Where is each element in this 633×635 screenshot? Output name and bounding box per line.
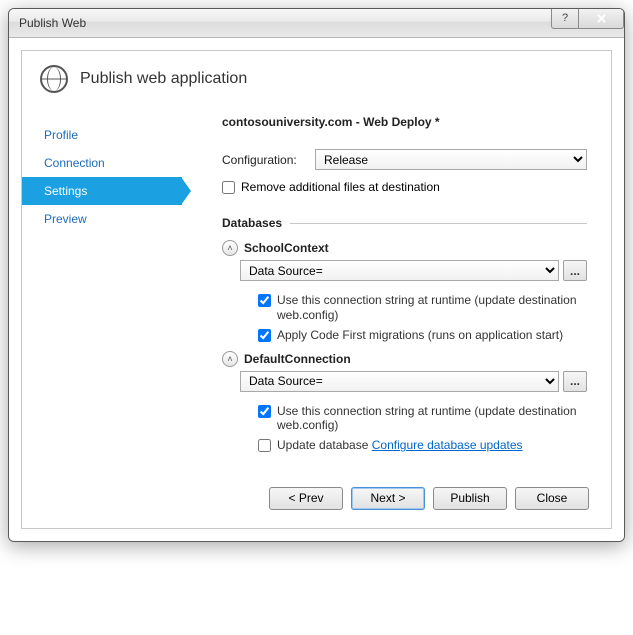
sidebar-item-settings[interactable]: Settings [22, 177, 182, 205]
db-header-row: ˄ DefaultConnection [222, 351, 587, 367]
close-button[interactable]: Close [515, 487, 589, 510]
remove-files-row: Remove additional files at destination [222, 180, 587, 194]
db-options: Use this connection string at runtime (u… [240, 291, 587, 342]
window-controls: ? [551, 9, 624, 29]
chevron-up-icon: ˄ [227, 354, 232, 364]
profile-title: contosouniversity.com - Web Deploy * [222, 115, 587, 149]
browse-button[interactable]: ... [563, 260, 587, 281]
expander-button[interactable]: ˄ [222, 240, 238, 256]
publish-web-dialog: Publish Web ? Publish web application Pr… [8, 8, 625, 542]
db-options: Use this connection string at runtime (u… [240, 402, 587, 453]
update-database-label: Update database Configure database updat… [277, 438, 523, 452]
titlebar[interactable]: Publish Web ? [9, 9, 624, 38]
browse-button[interactable]: ... [563, 371, 587, 392]
main-panel: Publish web application Profile Connecti… [21, 50, 612, 529]
help-button[interactable]: ? [551, 9, 579, 29]
connection-string-select[interactable]: Data Source= [240, 260, 559, 281]
remove-files-label: Remove additional files at destination [241, 180, 440, 194]
use-runtime-row: Use this connection string at runtime (u… [258, 404, 587, 433]
sidebar-item-preview[interactable]: Preview [22, 205, 182, 233]
use-runtime-checkbox[interactable] [258, 294, 271, 307]
configure-updates-link[interactable]: Configure database updates [372, 438, 523, 452]
use-runtime-row: Use this connection string at runtime (u… [258, 293, 587, 322]
close-icon [596, 13, 607, 24]
db-name: SchoolContext [244, 241, 329, 255]
use-runtime-checkbox[interactable] [258, 405, 271, 418]
db-header-row: ˄ SchoolContext [222, 240, 587, 256]
window-title: Publish Web [19, 16, 551, 30]
update-database-row: Update database Configure database updat… [258, 438, 587, 452]
configuration-label: Configuration: [222, 153, 307, 167]
apply-migrations-row: Apply Code First migrations (runs on app… [258, 328, 587, 342]
sidebar-item-profile[interactable]: Profile [22, 121, 182, 149]
apply-migrations-checkbox[interactable] [258, 329, 271, 342]
close-window-button[interactable] [578, 9, 624, 29]
client-area: Publish web application Profile Connecti… [9, 38, 624, 541]
configuration-row: Configuration: Release [222, 149, 587, 170]
expander-button[interactable]: ˄ [222, 351, 238, 367]
apply-migrations-label: Apply Code First migrations (runs on app… [277, 328, 563, 342]
prev-button[interactable]: < Prev [269, 487, 343, 510]
next-button[interactable]: Next > [351, 487, 425, 510]
databases-section-header: Databases [222, 216, 587, 230]
globe-icon [40, 65, 68, 93]
update-database-text: Update database [277, 438, 368, 452]
use-runtime-label: Use this connection string at runtime (u… [277, 293, 587, 322]
sidebar-item-connection[interactable]: Connection [22, 149, 182, 177]
dialog-body: Profile Connection Settings Preview cont… [22, 111, 611, 469]
dialog-heading: Publish web application [80, 70, 247, 88]
wizard-sidebar: Profile Connection Settings Preview [22, 111, 182, 469]
publish-button[interactable]: Publish [433, 487, 507, 510]
divider [290, 223, 587, 224]
configuration-select[interactable]: Release [315, 149, 587, 170]
connection-string-select[interactable]: Data Source= [240, 371, 559, 392]
connection-row: Data Source= ... [240, 371, 587, 392]
chevron-up-icon: ˄ [227, 243, 232, 253]
dialog-footer: < Prev Next > Publish Close [22, 469, 611, 528]
remove-files-checkbox[interactable] [222, 181, 235, 194]
db-name: DefaultConnection [244, 352, 351, 366]
use-runtime-label: Use this connection string at runtime (u… [277, 404, 587, 433]
update-database-checkbox[interactable] [258, 439, 271, 452]
dialog-header: Publish web application [22, 51, 611, 111]
database-block-schoolcontext: ˄ SchoolContext Data Source= ... [222, 240, 587, 342]
database-block-defaultconnection: ˄ DefaultConnection Data Source= ... [222, 351, 587, 453]
settings-content: contosouniversity.com - Web Deploy * Con… [182, 111, 611, 469]
connection-row: Data Source= ... [240, 260, 587, 281]
databases-heading: Databases [222, 216, 282, 230]
